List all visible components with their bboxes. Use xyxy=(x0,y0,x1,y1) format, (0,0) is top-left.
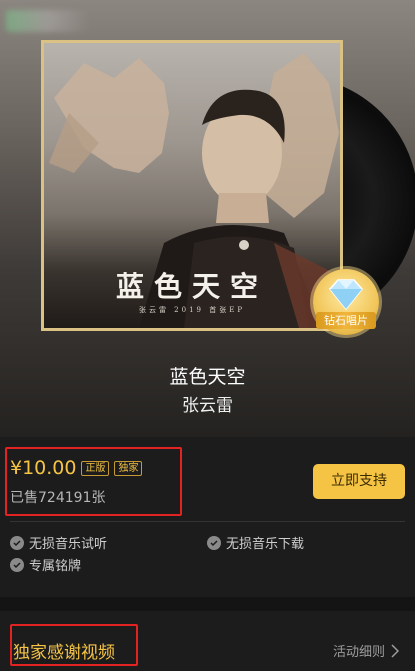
diamond-record-badge: 钻石唱片 xyxy=(313,269,379,335)
benefit-lossless-download: 无损音乐下载 xyxy=(207,533,304,552)
cover-subtitle: 张云雷 2019 首张EP xyxy=(138,306,246,314)
benefit-exclusive-nameplate: 专属铭牌 xyxy=(10,555,81,574)
tag-exclusive: 独家 xyxy=(114,460,143,476)
cover-title: 蓝色天空 xyxy=(115,270,268,303)
divider xyxy=(10,521,405,522)
section-separator xyxy=(0,597,415,611)
diamond-icon xyxy=(329,279,363,311)
album-title: 蓝色天空 xyxy=(169,366,246,388)
support-button[interactable]: 立即支持 xyxy=(313,464,405,499)
album-artist[interactable]: 张云雷 xyxy=(0,391,415,416)
album-hero: 蓝色天空 张云雷 2019 首张EP 钻石唱片 蓝色天空 张云雷 xyxy=(0,0,415,437)
rules-link-label: 活动细则 xyxy=(333,645,386,660)
sold-count: 已售724191张 xyxy=(10,490,106,506)
benefit-label: 无损音乐试听 xyxy=(29,537,108,552)
thanks-video-title: 独家感谢视频 xyxy=(13,643,115,663)
badge-label: 钻石唱片 xyxy=(316,312,376,329)
benefit-label: 专属铭牌 xyxy=(29,559,82,574)
price-row: ¥10.00 正版 独家 xyxy=(10,457,143,479)
album-cover[interactable]: 蓝色天空 张云雷 2019 首张EP xyxy=(41,40,343,331)
check-icon xyxy=(10,535,24,550)
price: ¥10.00 xyxy=(10,457,77,479)
benefit-label: 无损音乐下载 xyxy=(226,537,305,552)
check-icon xyxy=(207,535,221,550)
tag-genuine: 正版 xyxy=(81,460,110,476)
purchase-panel: ¥10.00 正版 独家 已售724191张 立即支持 无损音乐试听 无损音乐下… xyxy=(0,437,415,671)
benefit-lossless-preview: 无损音乐试听 xyxy=(10,533,107,552)
rules-link[interactable]: 活动细则 xyxy=(333,641,400,660)
status-bar-blur xyxy=(6,10,90,32)
check-icon xyxy=(10,557,24,572)
chevron-right-icon xyxy=(391,643,400,658)
